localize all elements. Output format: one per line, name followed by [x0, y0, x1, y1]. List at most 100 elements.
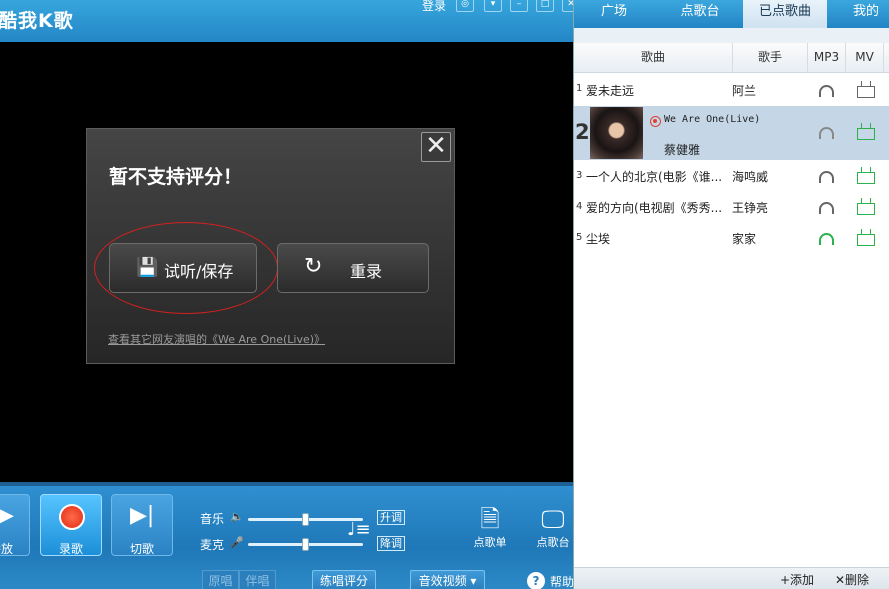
delete-button[interactable]: ✕删除 [835, 571, 869, 588]
score-dialog: ✕ 暂不支持评分！ 💾 试听/保存 ↻ 重录 查看其它网友演唱的《We Are … [86, 128, 455, 364]
play-label: 播放 [0, 542, 13, 556]
help-icon[interactable]: ? [527, 572, 545, 589]
row-number: 4 [576, 201, 583, 212]
row-number: 3 [576, 170, 583, 181]
music-label: 音乐 [200, 512, 225, 526]
headphones-icon[interactable] [819, 233, 834, 245]
play-icon: ▶ [0, 503, 14, 528]
close-icon[interactable]: ✕ [421, 132, 451, 162]
panel-spacer [574, 28, 889, 43]
document-icon: 🗎 [480, 505, 500, 533]
tab-song-booth[interactable]: 点歌台 [660, 0, 740, 28]
singer-avatar [590, 107, 643, 159]
table-row[interactable]: 3 一个人的北京(电影《谁... 海鸣威 [574, 161, 889, 192]
music-slider[interactable] [248, 513, 363, 526]
key-up-button[interactable]: 升调 [377, 510, 405, 525]
music-slider-knob[interactable] [302, 513, 309, 526]
row-title: 爱的方向(电视剧《秀秀... [586, 201, 723, 215]
other-users-link[interactable]: 查看其它网友演唱的《We Are One(Live)》 [108, 331, 325, 347]
column-mp3[interactable]: MP3 [808, 43, 846, 73]
table-row[interactable]: 4 爱的方向(电视剧《秀秀... 王铮亮 [574, 192, 889, 223]
skip-next-icon: ▶| [130, 503, 155, 528]
close-window-icon[interactable]: ✕ [562, 0, 573, 12]
row-singer: 阿兰 [732, 84, 757, 98]
table-row[interactable]: 5 尘埃 家家 [574, 223, 889, 254]
skip-label: 切歌 [129, 542, 154, 556]
chevron-down-icon: ▾ [466, 574, 477, 588]
table-row[interactable]: 1 爱未走远 阿兰 [574, 74, 889, 105]
table-row-selected[interactable]: 2 We Are One(Live) 蔡健雅 [574, 106, 889, 160]
add-button[interactable]: +添加 [780, 571, 814, 588]
row-number: 1 [576, 83, 583, 94]
key-down-button[interactable]: 降调 [377, 536, 405, 551]
songlist-button[interactable]: 🗎 点歌单 [465, 504, 515, 550]
row-title: 爱未走远 [586, 84, 635, 98]
row-number: 5 [576, 232, 583, 243]
control-bar: ▶ 播放 录歌 ▶| 切歌 音乐 🔈 麦克 🎤 ♩≡ 升调 降调 🗎 点歌单 🖵 [0, 482, 573, 589]
player-area: 酷我K歌 登录 ◎ ▾ – □ ✕ ✕ 暂不支持评分！ 💾 试听/保存 ↻ 重录… [0, 0, 573, 589]
row-title: 一个人的北京(电影《谁... [586, 170, 723, 184]
column-singer[interactable]: 歌手 [733, 43, 808, 73]
column-song[interactable]: 歌曲 [574, 43, 733, 73]
playlist-panel: 广场 点歌台 已点歌曲 我的 歌曲 歌手 MP3 MV 1 爱未走远 阿兰 2 … [573, 0, 889, 589]
tv-icon[interactable] [857, 167, 875, 184]
bottom-toolbar: 原唱 伴唱 练唱评分 音效视频 ▾ ? 帮助 [0, 570, 573, 589]
mic-slider[interactable] [248, 538, 363, 551]
dialog-message: 暂不支持评分！ [109, 166, 243, 188]
row-singer: 蔡健雅 [664, 143, 701, 157]
panel-tabs: 广场 点歌台 已点歌曲 我的 [574, 0, 889, 28]
record-label: 录歌 [58, 542, 83, 556]
tv-icon[interactable] [857, 198, 875, 215]
title-bar: 酷我K歌 登录 ◎ ▾ – □ ✕ [0, 0, 573, 42]
skin-icon[interactable]: ◎ [456, 0, 474, 12]
monitor-icon: 🖵 [541, 505, 565, 533]
headphones-icon[interactable] [819, 202, 834, 214]
row-singer: 海鸣威 [732, 170, 769, 184]
rerecord-button[interactable]: ↻ 重录 [277, 243, 429, 293]
now-playing-icon [650, 116, 661, 127]
playlist-header: 歌曲 歌手 MP3 MV [574, 43, 889, 73]
play-button[interactable]: ▶ 播放 [0, 494, 30, 556]
tab-mine[interactable]: 我的 [836, 0, 889, 28]
tv-icon[interactable] [857, 123, 875, 140]
tab-ordered-songs[interactable]: 已点歌曲 [743, 0, 827, 28]
rerecord-label: 重录 [350, 262, 383, 281]
record-button[interactable]: 录歌 [40, 494, 102, 556]
practice-score-button[interactable]: 练唱评分 [312, 570, 376, 589]
row-title: 尘埃 [586, 232, 611, 246]
key-adjust-icon: ♩≡ [347, 519, 371, 540]
tv-icon[interactable] [857, 81, 875, 98]
accompany-button[interactable]: 伴唱 [239, 570, 276, 589]
original-vocal-button[interactable]: 原唱 [202, 570, 239, 589]
mic-slider-knob[interactable] [302, 538, 309, 551]
playlist-footer: +添加 ✕删除 [574, 567, 889, 589]
minimize-icon[interactable]: – [510, 0, 528, 12]
effects-video-button[interactable]: 音效视频 ▾ [410, 570, 485, 589]
speaker-icon: 🔈 [230, 510, 244, 523]
menu-icon[interactable]: ▾ [484, 0, 502, 12]
login-link[interactable]: 登录 [422, 0, 446, 14]
listen-save-label: 试听/保存 [164, 262, 234, 281]
effects-video-label: 音效视频 [418, 574, 467, 588]
tab-plaza[interactable]: 广场 [574, 0, 654, 28]
maximize-icon[interactable]: □ [536, 0, 554, 12]
song-booth-button[interactable]: 🖵 点歌台 [528, 504, 573, 550]
mic-label: 麦克 [200, 538, 225, 552]
column-mv[interactable]: MV [846, 43, 884, 73]
row-title: We Are One(Live) [664, 114, 761, 125]
headphones-icon[interactable] [819, 171, 834, 183]
songlist-label: 点歌单 [473, 536, 507, 549]
row-number: 2 [575, 120, 590, 144]
row-singer: 王铮亮 [732, 201, 769, 215]
floppy-disk-icon: 💾 [136, 257, 159, 278]
tv-icon[interactable] [857, 229, 875, 246]
refresh-icon: ↻ [304, 254, 323, 279]
listen-save-button[interactable]: 💾 试听/保存 [109, 243, 257, 293]
row-singer: 家家 [732, 232, 757, 246]
skip-button[interactable]: ▶| 切歌 [111, 494, 173, 556]
headphones-icon[interactable] [819, 127, 834, 139]
help-label[interactable]: 帮助 [550, 573, 573, 589]
headphones-icon[interactable] [819, 85, 834, 97]
song-booth-label: 点歌台 [536, 536, 570, 549]
microphone-icon: 🎤 [230, 536, 244, 549]
